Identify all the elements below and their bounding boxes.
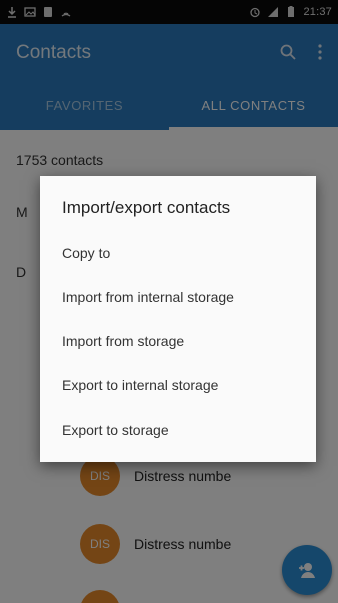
menu-item-export-storage[interactable]: Export to storage	[40, 408, 316, 452]
menu-item-import-internal[interactable]: Import from internal storage	[40, 275, 316, 319]
menu-item-copy-to[interactable]: Copy to	[40, 231, 316, 275]
menu-item-import-storage[interactable]: Import from storage	[40, 319, 316, 363]
import-export-dialog: Import/export contacts Copy to Import fr…	[40, 176, 316, 462]
contacts-screen: 21:37 Contacts FAVORITES ALL CONTACTS 17…	[0, 0, 338, 603]
menu-item-export-internal[interactable]: Export to internal storage	[40, 363, 316, 407]
dialog-title: Import/export contacts	[62, 198, 231, 217]
